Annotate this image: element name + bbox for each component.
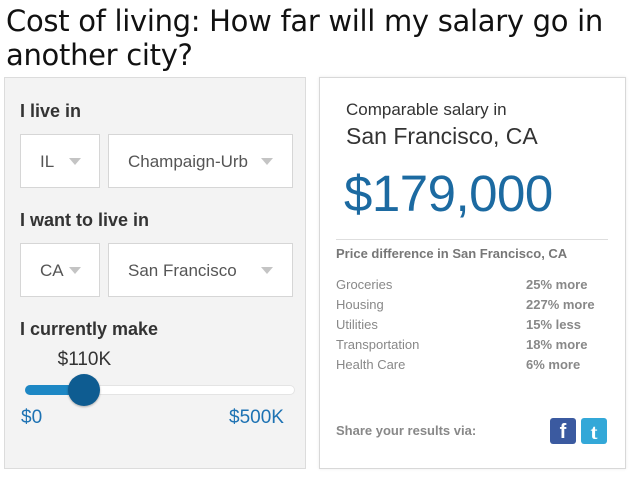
price-row-diff: 227% more	[526, 297, 595, 312]
current-city-value: Champaign-Urb	[128, 152, 248, 171]
price-row: Transportation 18% more	[336, 337, 608, 355]
chevron-down-icon	[261, 267, 273, 274]
price-row: Utilities 15% less	[336, 317, 608, 335]
price-row-category: Housing	[336, 297, 384, 312]
slider-min-label: $0	[21, 407, 43, 428]
twitter-icon[interactable]: t	[581, 418, 607, 444]
want-to-live-label: I want to live in	[20, 210, 150, 230]
divider	[336, 239, 608, 240]
calculator-panel: I live in IL Champaign-Urb I want to liv…	[4, 77, 306, 469]
price-row: Groceries 25% more	[336, 277, 608, 295]
current-state-select[interactable]: IL	[20, 134, 100, 188]
price-row-diff: 18% more	[526, 337, 588, 352]
price-row: Health Care 6% more	[336, 357, 608, 375]
chevron-down-icon	[261, 158, 273, 165]
price-row-diff: 6% more	[526, 357, 581, 372]
slider-max-label: $500K	[229, 407, 284, 428]
price-row-category: Utilities	[336, 317, 378, 332]
price-row-category: Health Care	[336, 357, 406, 372]
chevron-down-icon	[69, 267, 81, 274]
share-label: Share your results via:	[336, 423, 477, 438]
price-row-category: Groceries	[336, 277, 393, 292]
target-city-heading: San Francisco, CA	[346, 123, 538, 149]
price-row-diff: 25% more	[526, 277, 588, 292]
current-state-value: IL	[40, 152, 55, 171]
price-row: Housing 227% more	[336, 297, 608, 315]
target-state-select[interactable]: CA	[20, 243, 100, 297]
facebook-icon[interactable]: f	[550, 418, 576, 444]
current-salary-label: I currently make	[20, 319, 159, 339]
target-city-select[interactable]: San Francisco	[108, 243, 293, 297]
results-panel: Comparable salary in San Francisco, CA $…	[319, 77, 626, 469]
salary-slider-handle[interactable]	[68, 374, 101, 406]
comparable-salary-label: Comparable salary in	[346, 100, 507, 119]
page-title: Cost of living: How far will my salary g…	[6, 4, 603, 72]
price-row-diff: 15% less	[526, 317, 581, 332]
comparable-salary-value: $179,000	[344, 165, 553, 222]
price-row-category: Transportation	[336, 337, 420, 352]
target-state-value: CA	[40, 261, 64, 280]
current-city-select[interactable]: Champaign-Urb	[108, 134, 293, 188]
live-in-label: I live in	[20, 101, 82, 121]
target-city-value: San Francisco	[128, 261, 237, 280]
price-difference-title: Price difference in San Francisco, CA	[336, 246, 568, 261]
salary-slider-value: $110K	[57, 349, 112, 370]
chevron-down-icon	[69, 158, 81, 165]
